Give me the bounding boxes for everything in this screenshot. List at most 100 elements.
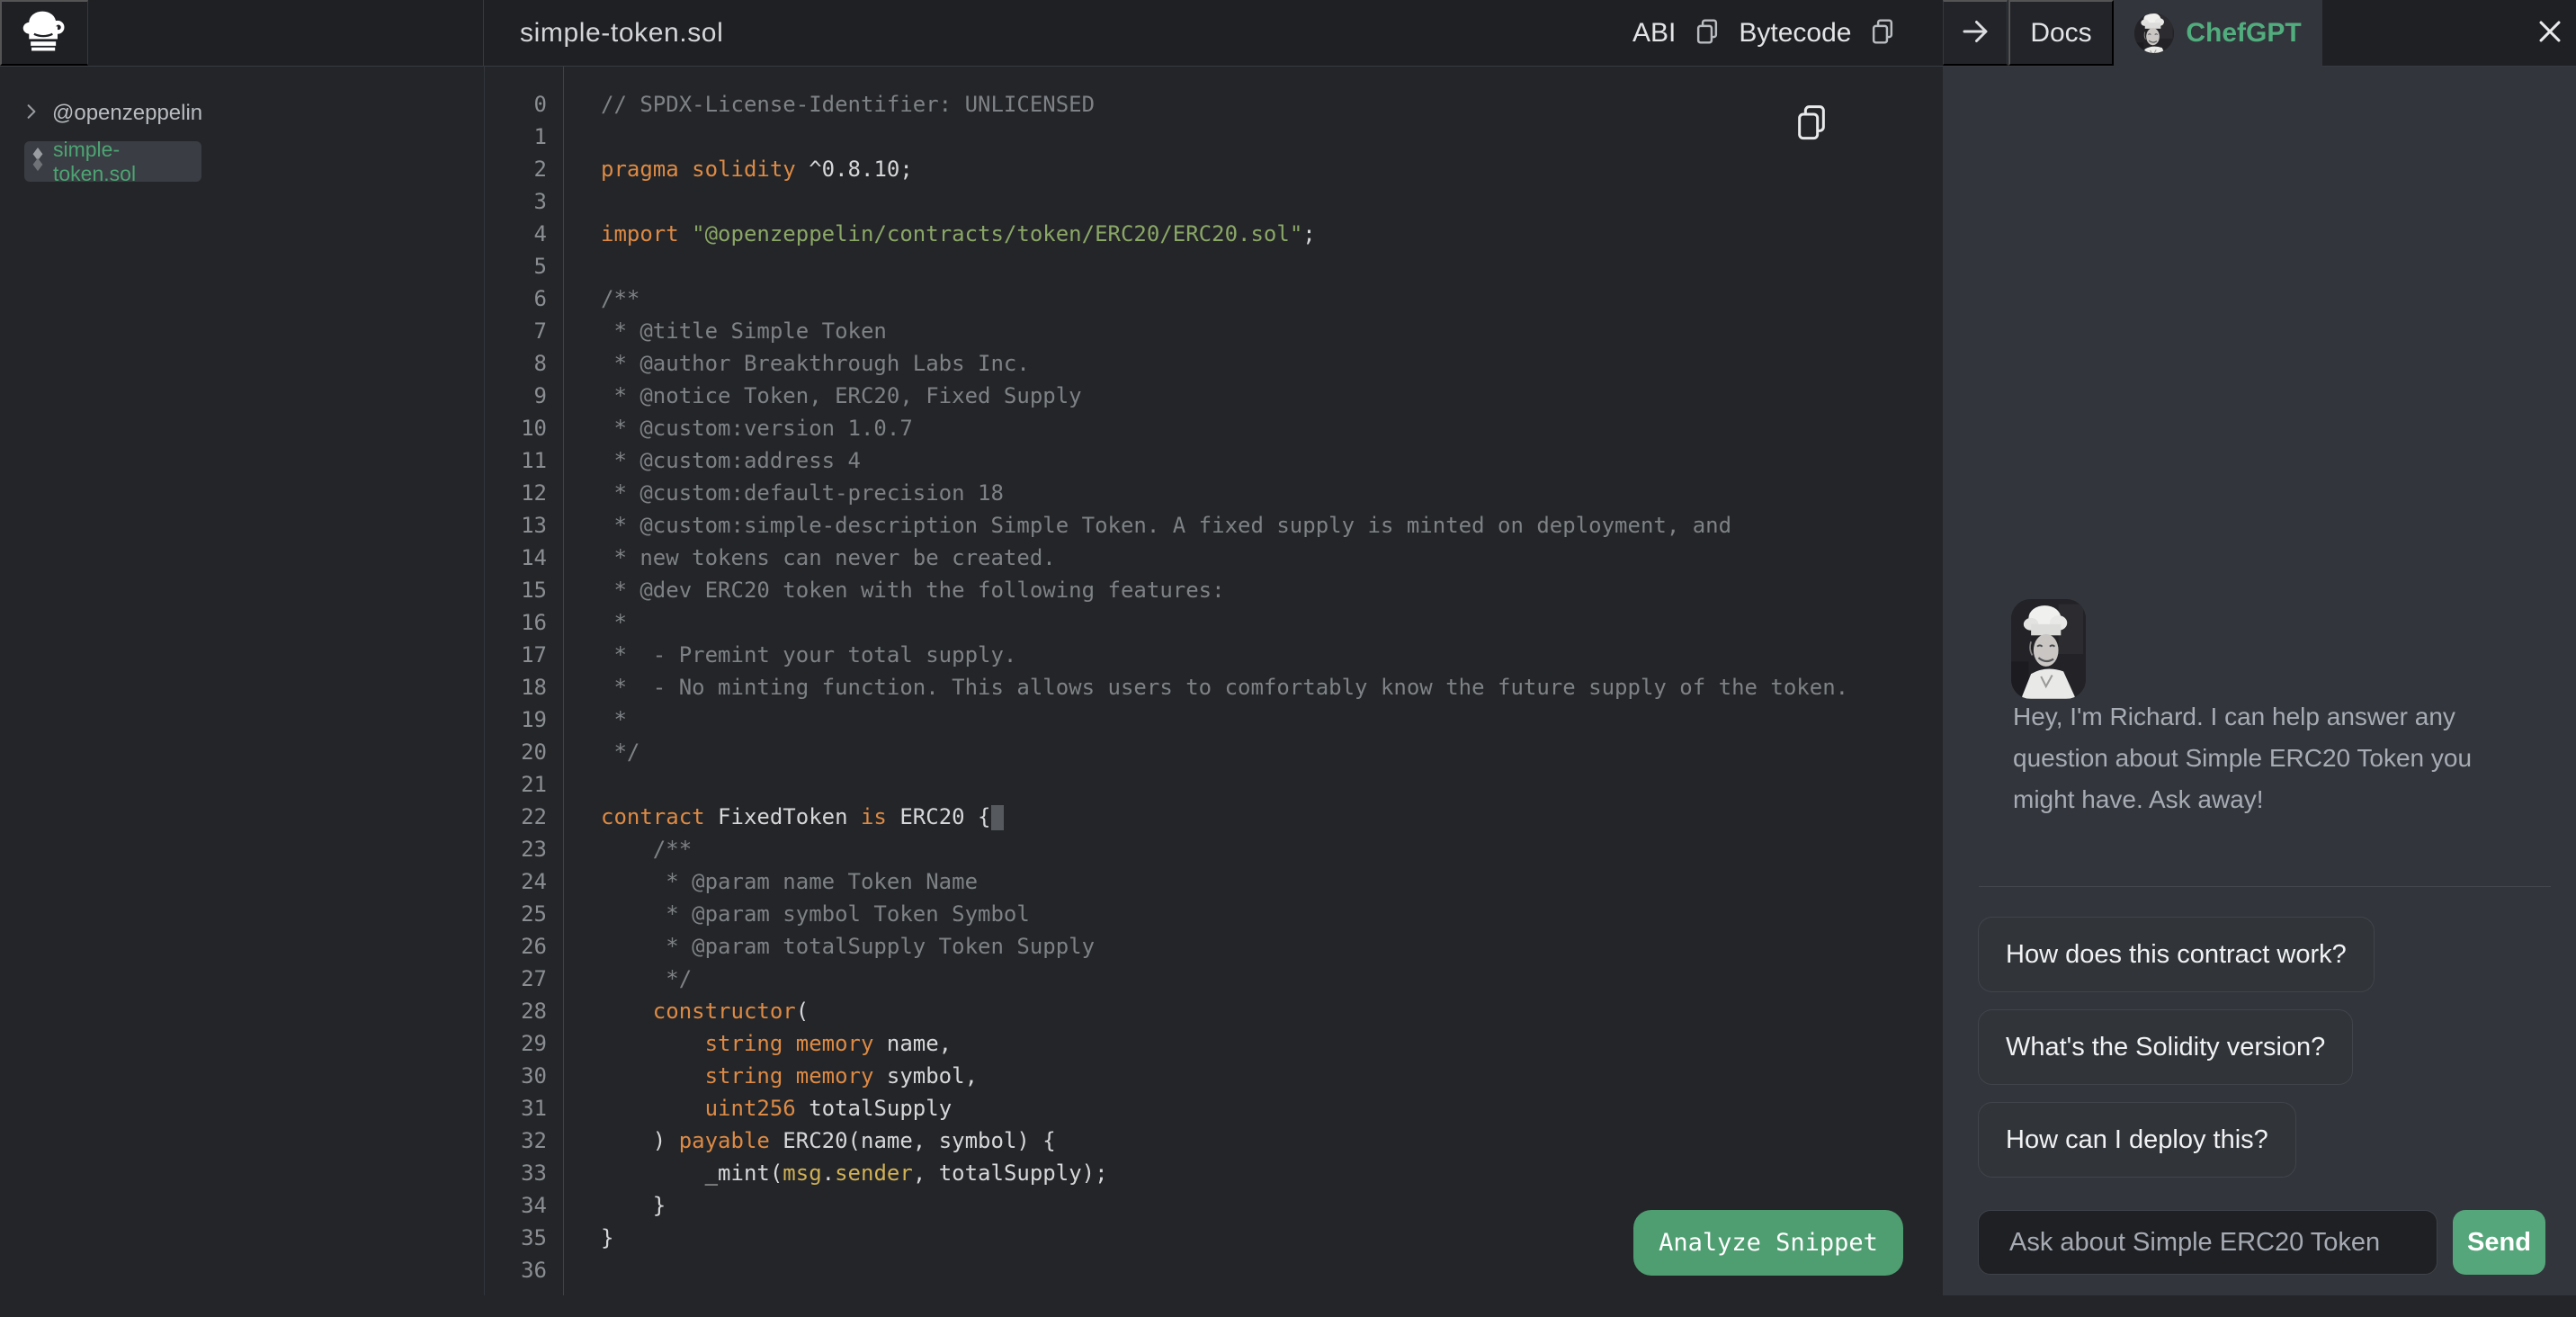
line-number: 16 <box>486 606 563 639</box>
code-line: ) payable ERC20(name, symbol) { <box>601 1124 1865 1157</box>
code-line <box>601 768 1865 801</box>
line-number: 12 <box>486 477 563 509</box>
topbar-actions: ABI Bytecode <box>1632 0 1896 66</box>
code-line: import "@openzeppelin/contracts/token/ER… <box>601 218 1865 250</box>
tree-file-simple-token[interactable]: simple-token.sol <box>24 141 201 182</box>
line-number: 5 <box>486 250 563 282</box>
line-number: 17 <box>486 639 563 671</box>
line-number: 28 <box>486 995 563 1027</box>
code-line: * @custom:address 4 <box>601 444 1865 477</box>
line-number: 27 <box>486 963 563 995</box>
file-explorer: @openzeppelin simple-token.sol <box>0 67 485 1295</box>
file-label: simple-token.sol <box>53 138 201 186</box>
code-line: * @dev ERC20 token with the following fe… <box>601 574 1865 606</box>
line-number: 34 <box>486 1189 563 1222</box>
line-number: 20 <box>486 736 563 768</box>
topbar-divider <box>483 0 484 66</box>
arrow-right-icon <box>1959 15 1991 50</box>
line-number: 35 <box>486 1222 563 1254</box>
code-line: * @custom:simple-description Simple Toke… <box>601 509 1865 542</box>
line-number: 7 <box>486 315 563 347</box>
abi-copy-button[interactable] <box>1694 17 1721 49</box>
chat-divider <box>1979 886 2551 887</box>
suggestion-button-1[interactable]: What's the Solidity version? <box>1978 1009 2353 1085</box>
analyze-snippet-button[interactable]: Analyze Snippet <box>1633 1210 1903 1276</box>
suggestion-list: How does this contract work? What's the S… <box>1978 917 2375 1178</box>
code-line: */ <box>601 963 1865 995</box>
line-number: 21 <box>486 768 563 801</box>
line-number: 19 <box>486 703 563 736</box>
line-number: 30 <box>486 1060 563 1092</box>
code-line <box>601 121 1865 153</box>
bytecode-copy-button[interactable] <box>1869 17 1896 49</box>
code-line: * @custom:default-precision 18 <box>601 477 1865 509</box>
line-number: 22 <box>486 801 563 833</box>
folder-label: @openzeppelin <box>52 101 202 126</box>
collapse-panel-button[interactable] <box>1943 0 2008 66</box>
code-line: string memory symbol, <box>601 1060 1865 1092</box>
line-number: 26 <box>486 930 563 963</box>
code-line: contract FixedToken is ERC20 { <box>601 801 1865 833</box>
topbar: simple-token.sol ABI Bytecode <box>0 0 2576 67</box>
close-button[interactable] <box>2524 0 2576 66</box>
tab-chefgpt[interactable]: ChefGPT <box>2114 0 2322 67</box>
code-line: constructor( <box>601 995 1865 1027</box>
solidity-file-icon <box>30 148 46 176</box>
chat-input[interactable] <box>1978 1210 2437 1275</box>
line-number: 29 <box>486 1027 563 1060</box>
chevron-right-icon <box>23 101 40 126</box>
code-line: /** <box>601 282 1865 315</box>
code-line: /** <box>601 833 1865 865</box>
code-line: * @title Simple Token <box>601 315 1865 347</box>
line-number: 23 <box>486 833 563 865</box>
copy-icon <box>1793 132 1829 146</box>
chefgpt-avatar-icon <box>2134 13 2174 53</box>
line-number: 0 <box>486 88 563 121</box>
code-line: * <box>601 703 1865 736</box>
suggestion-button-2[interactable]: How can I deploy this? <box>1978 1102 2296 1178</box>
line-number: 6 <box>486 282 563 315</box>
code-line: * new tokens can never be created. <box>601 542 1865 574</box>
code-line: * <box>601 606 1865 639</box>
line-number: 8 <box>486 347 563 380</box>
chef-logo-button[interactable] <box>0 0 88 66</box>
code-line: _mint(msg.sender, totalSupply); <box>601 1157 1865 1189</box>
richard-avatar <box>2011 599 2086 699</box>
tree-folder-openzeppelin[interactable]: @openzeppelin <box>23 96 202 130</box>
code-line: * - Premint your total supply. <box>601 639 1865 671</box>
line-number: 25 <box>486 898 563 930</box>
text-cursor <box>991 805 1004 830</box>
tab-docs[interactable]: Docs <box>2008 0 2114 66</box>
copy-code-button[interactable] <box>1788 103 1828 146</box>
code-line: * @custom:version 1.0.7 <box>601 412 1865 444</box>
file-title: simple-token.sol <box>520 0 723 66</box>
line-number: 18 <box>486 671 563 703</box>
code-content[interactable]: // SPDX-License-Identifier: UNLICENSEDpr… <box>565 67 1865 1317</box>
code-line: // SPDX-License-Identifier: UNLICENSED <box>601 88 1865 121</box>
line-number: 14 <box>486 542 563 574</box>
close-icon <box>2535 16 2565 49</box>
code-line: * - No minting function. This allows use… <box>601 671 1865 703</box>
code-line: * @author Breakthrough Labs Inc. <box>601 347 1865 380</box>
abi-label[interactable]: ABI <box>1632 18 1676 49</box>
code-line: * @param totalSupply Token Supply <box>601 930 1865 963</box>
suggestion-button-0[interactable]: How does this contract work? <box>1978 917 2375 992</box>
line-number: 11 <box>486 444 563 477</box>
code-line: */ <box>601 736 1865 768</box>
line-number: 1 <box>486 121 563 153</box>
code-line: * @param symbol Token Symbol <box>601 898 1865 930</box>
chefgpt-tab-label: ChefGPT <box>2186 18 2301 49</box>
code-editor[interactable]: 0123456789101112131415161718192021222324… <box>486 67 1943 1295</box>
copy-icon <box>1869 17 1896 49</box>
bytecode-label[interactable]: Bytecode <box>1739 18 1851 49</box>
copy-icon <box>1694 17 1721 49</box>
code-line: uint256 totalSupply <box>601 1092 1865 1124</box>
code-line <box>601 185 1865 218</box>
send-button[interactable]: Send <box>2453 1210 2545 1275</box>
line-number: 10 <box>486 412 563 444</box>
chef-hat-icon <box>20 8 70 58</box>
line-number: 3 <box>486 185 563 218</box>
line-number: 9 <box>486 380 563 412</box>
line-number: 4 <box>486 218 563 250</box>
chefgpt-panel: Hey, I'm Richard. I can help answer any … <box>1943 67 2576 1295</box>
